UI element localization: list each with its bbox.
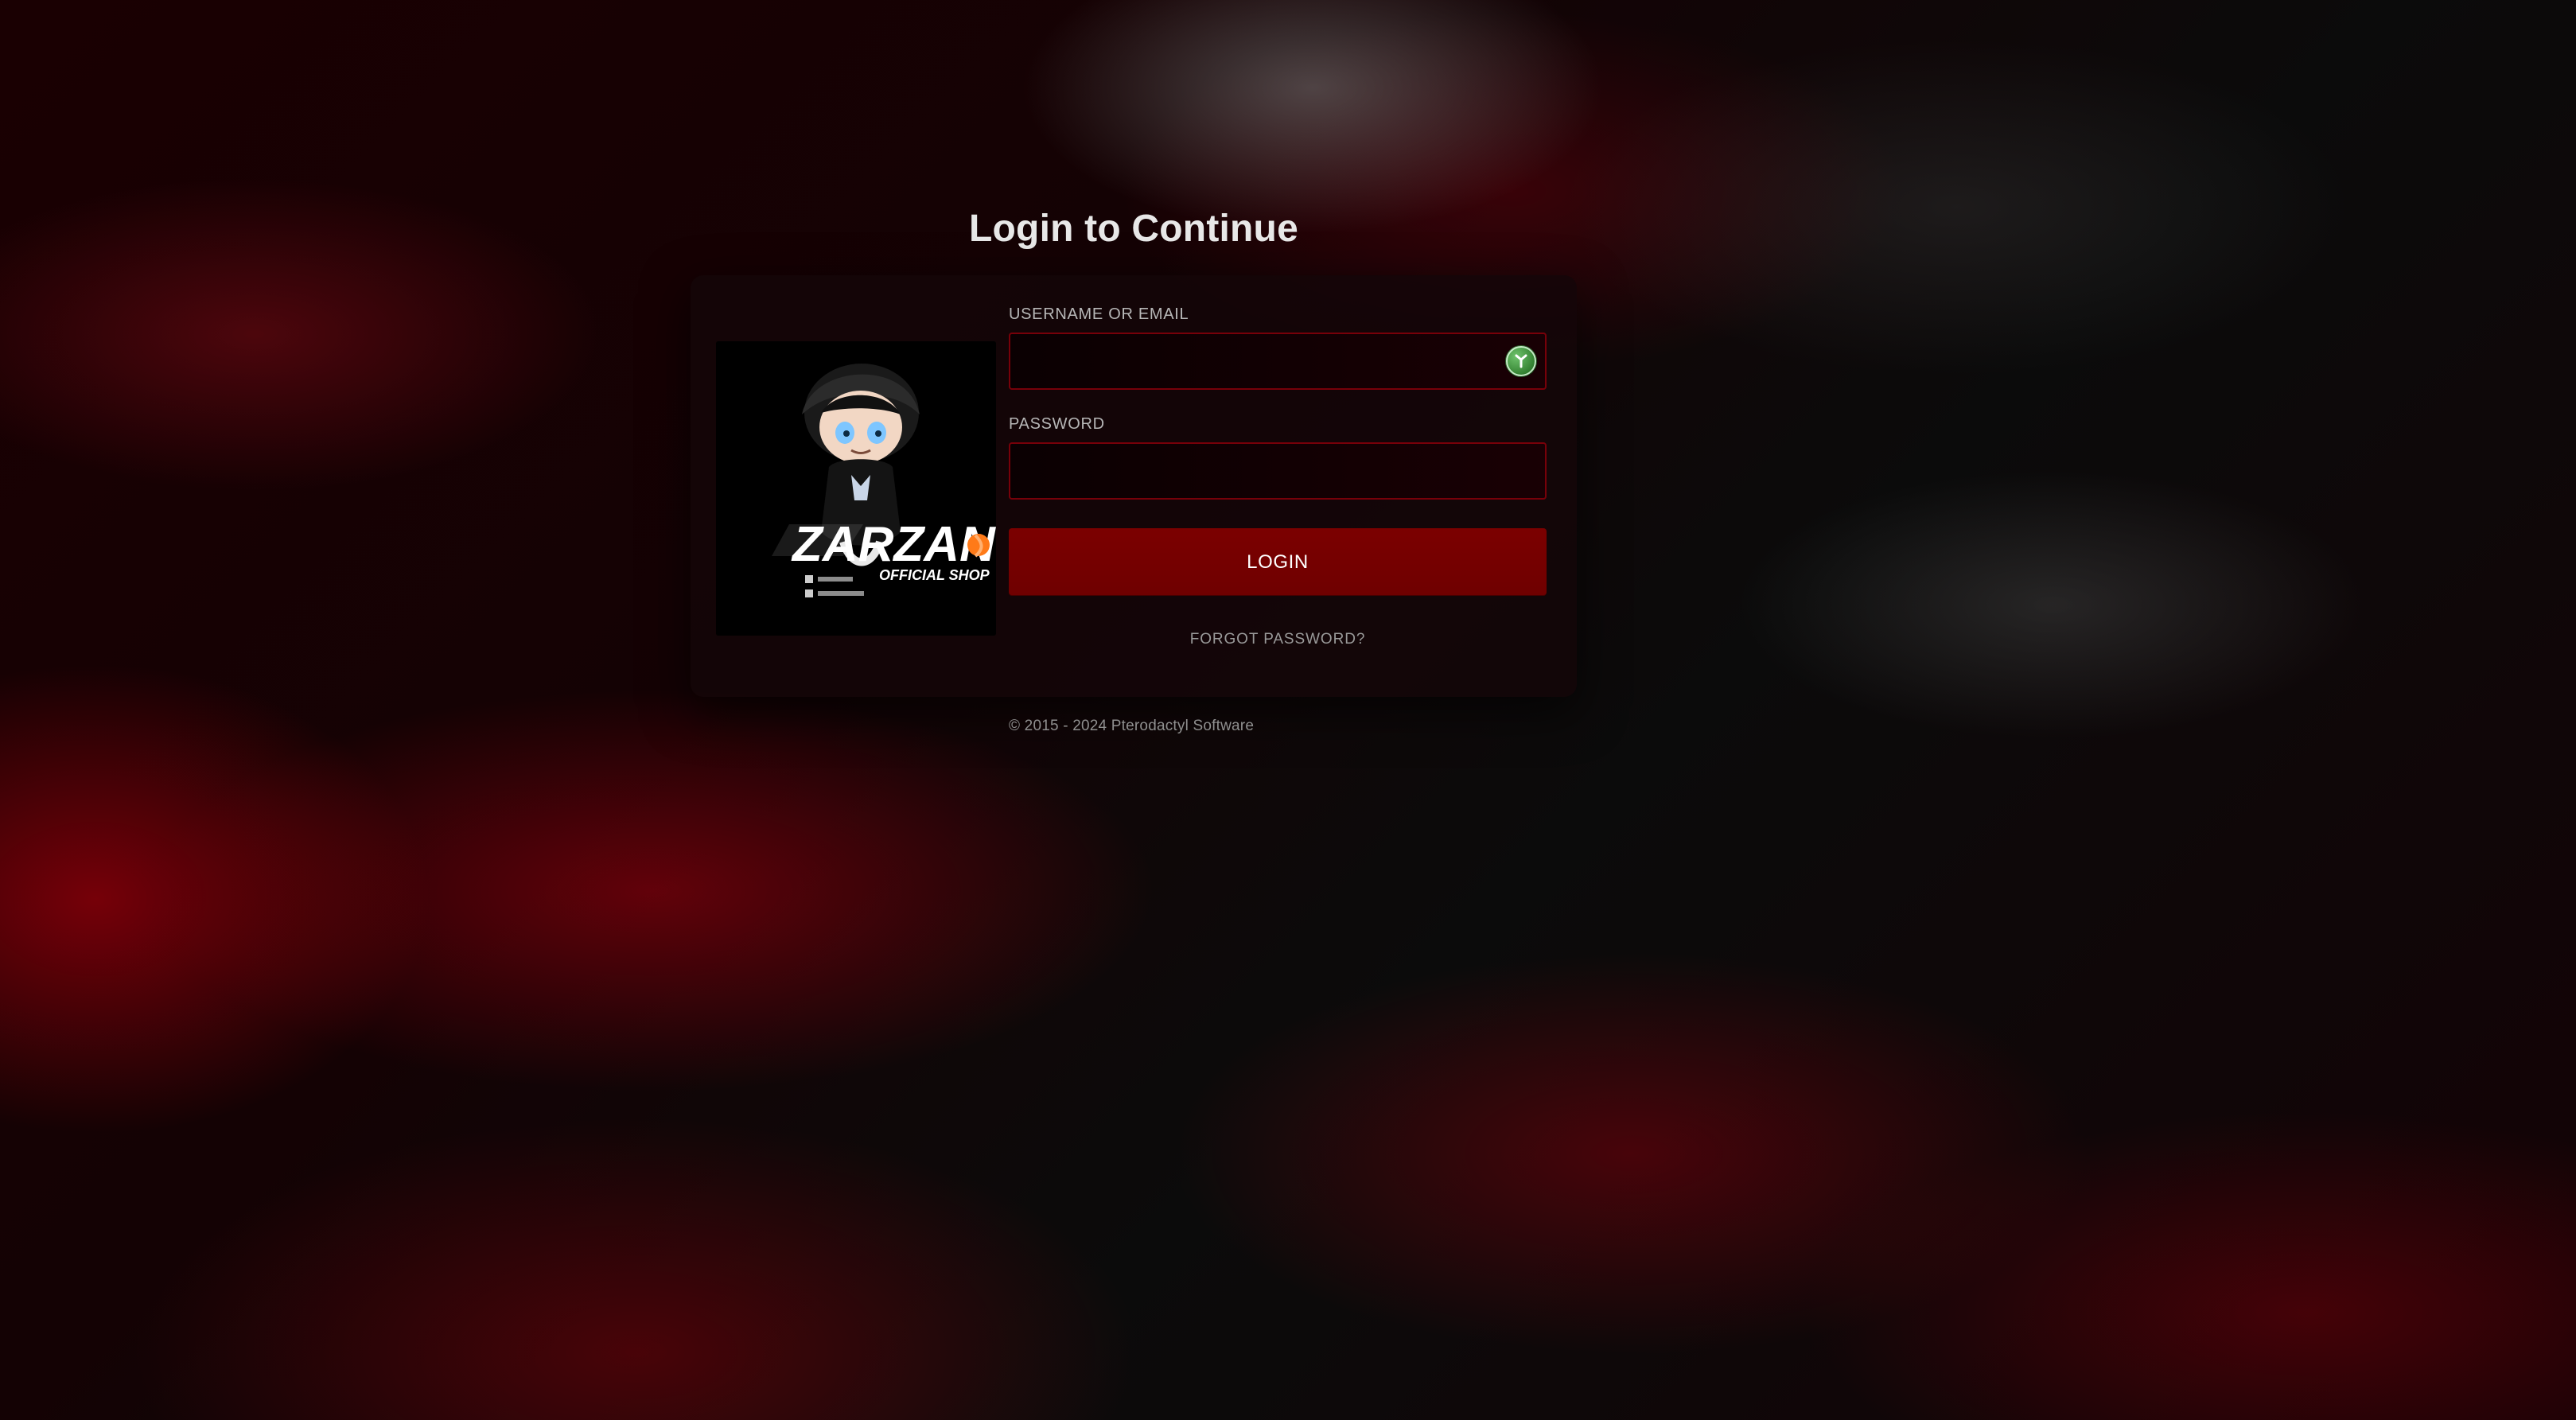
footer-text: © 2015 - 2024 Pterodactyl Software xyxy=(1009,718,1255,734)
username-field: USERNAME OR EMAIL xyxy=(1009,305,1547,390)
login-form: USERNAME OR EMAIL PASSWORD LOGIN FORGOT … xyxy=(1009,305,1547,648)
login-button[interactable]: LOGIN xyxy=(1009,528,1547,596)
password-input[interactable] xyxy=(1010,444,1545,498)
forgot-password-link[interactable]: FORGOT PASSWORD? xyxy=(1190,631,1366,648)
brand-text: ZARZAN xyxy=(791,517,996,572)
password-input-wrap xyxy=(1009,442,1547,500)
password-manager-glyph xyxy=(1506,346,1536,376)
password-manager-icon[interactable] xyxy=(1505,345,1537,377)
page-title: Login to Continue xyxy=(969,208,1298,250)
forgot-password: FORGOT PASSWORD? xyxy=(1009,631,1547,648)
username-input[interactable] xyxy=(1010,334,1545,388)
brand-logo-graphic: ZARZAN OFFICIAL SHOP xyxy=(716,341,996,636)
brand-tagline: OFFICIAL SHOP xyxy=(879,567,990,583)
password-field: PASSWORD xyxy=(1009,415,1547,500)
username-input-wrap xyxy=(1009,333,1547,390)
username-label: USERNAME OR EMAIL xyxy=(1009,305,1189,323)
password-label: PASSWORD xyxy=(1009,415,1105,433)
login-card: ZARZAN OFFICIAL SHOP USERNAME OR EMAIL P… xyxy=(691,275,1577,697)
brand-logo: ZARZAN OFFICIAL SHOP xyxy=(716,341,996,636)
